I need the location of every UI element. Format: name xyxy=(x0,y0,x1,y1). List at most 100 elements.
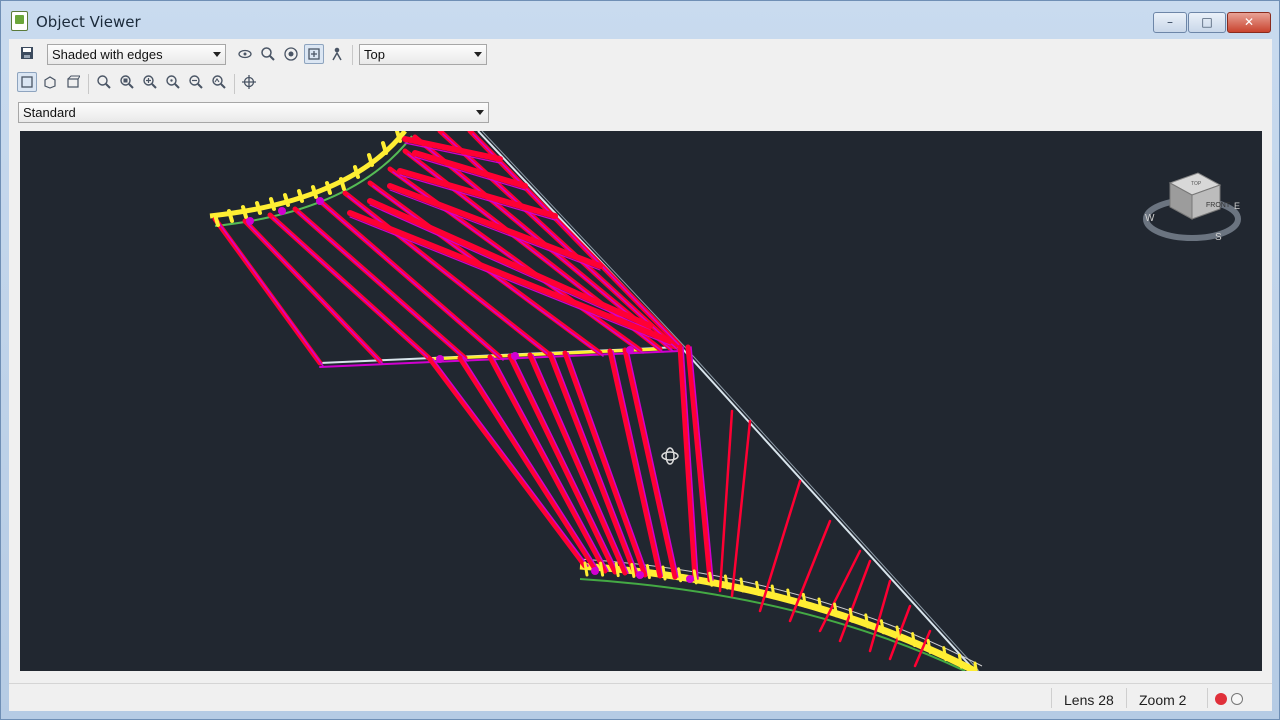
zoom-in-icon[interactable] xyxy=(140,72,160,92)
zoom-status: Zoom 2 xyxy=(1139,692,1187,708)
maximize-button[interactable]: □ xyxy=(1188,12,1226,33)
rebar-tie xyxy=(739,577,745,593)
orbit-cursor-icon xyxy=(661,447,679,465)
compass-west-label: W xyxy=(1145,213,1155,224)
visual-preset-select[interactable]: Standard xyxy=(18,102,489,123)
zoom-icon[interactable] xyxy=(258,44,278,64)
rebar-tie xyxy=(895,625,901,641)
compass-east-label: E xyxy=(1234,201,1240,211)
rebar-node xyxy=(278,207,286,215)
rebar-tie xyxy=(786,588,792,604)
toolbar-separator xyxy=(234,74,235,94)
toolbar-row-2 xyxy=(9,70,489,98)
view-select[interactable]: Top xyxy=(359,44,487,65)
rebar-node xyxy=(436,355,444,363)
rebar-tie xyxy=(614,562,620,578)
rebar-node xyxy=(591,567,599,575)
compass-south-label: S xyxy=(1215,232,1222,243)
object-viewer-window: Object Viewer – □ ✕ Shaded with edges To… xyxy=(0,0,1280,720)
viewcube[interactable]: FRONT TOP W S E xyxy=(1140,167,1250,257)
pan-icon[interactable] xyxy=(304,44,324,64)
rebar-tie xyxy=(770,584,776,600)
client-area: Shaded with edges Top Standard FRONT TOP… xyxy=(9,39,1272,711)
zoom-center-icon[interactable] xyxy=(163,72,183,92)
visual-preset-value: Standard xyxy=(23,105,76,120)
rebar-node xyxy=(316,197,324,205)
rebar-diagonal xyxy=(758,479,802,613)
rebar-tie xyxy=(723,574,729,590)
rebar-tie xyxy=(864,613,870,629)
zoom-window-icon[interactable] xyxy=(117,72,137,92)
rebar-diagonal-edge xyxy=(217,221,324,367)
window-title: Object Viewer xyxy=(36,13,141,31)
rebar-tie xyxy=(255,201,262,215)
status-separator xyxy=(1051,688,1052,708)
title-bar[interactable]: Object Viewer – □ ✕ xyxy=(1,1,1280,39)
crosshair-icon[interactable] xyxy=(239,72,259,92)
zoom-out-icon[interactable] xyxy=(186,72,206,92)
rebar-diagonal xyxy=(718,409,734,593)
chevron-down-icon xyxy=(476,110,484,115)
zoom-extents-icon[interactable] xyxy=(94,72,114,92)
rebar-tie xyxy=(661,565,667,581)
lens-status: Lens 28 xyxy=(1064,692,1114,708)
save-icon[interactable] xyxy=(17,43,37,63)
rebar-tie xyxy=(692,569,698,585)
rebar-tie xyxy=(677,567,683,583)
visual-style-select[interactable]: Shaded with edges xyxy=(47,44,226,65)
view-value: Top xyxy=(364,47,385,62)
viewcube-front-label: FRONT xyxy=(1206,202,1231,209)
rebar-tie xyxy=(645,564,651,580)
view-top-icon[interactable] xyxy=(17,72,37,92)
rebar-tie xyxy=(911,632,917,648)
toolbar-separator xyxy=(88,74,89,94)
visual-style-value: Shaded with edges xyxy=(52,47,163,62)
rebar-tie xyxy=(817,597,823,613)
status-bar: Lens 28 Zoom 2 xyxy=(9,683,1272,711)
rebar-tie xyxy=(926,638,932,654)
status-separator xyxy=(1207,688,1208,708)
status-separator xyxy=(1126,688,1127,708)
bottom-curved-bar xyxy=(579,562,977,671)
rebar-tie xyxy=(942,646,948,662)
rebar-tie xyxy=(755,580,761,596)
rebar-tie xyxy=(848,607,854,623)
rebar-node xyxy=(246,217,254,225)
rebar-tie xyxy=(801,592,807,608)
rebar-diagonal xyxy=(730,419,752,598)
walk-icon[interactable] xyxy=(327,44,347,64)
stop-icon[interactable] xyxy=(1231,693,1243,705)
view-iso-icon[interactable] xyxy=(40,72,60,92)
app-icon xyxy=(11,11,28,31)
rebar-node xyxy=(511,352,519,360)
zoom-previous-icon[interactable] xyxy=(209,72,229,92)
rebar-tie xyxy=(630,562,636,578)
chevron-down-icon xyxy=(213,52,221,57)
rebar-tie xyxy=(957,653,963,669)
rebar-diagonal xyxy=(367,198,653,329)
rebar-diagonal-edge xyxy=(442,133,679,351)
minimize-button[interactable]: – xyxy=(1153,12,1187,33)
rebar-model-canvas[interactable] xyxy=(20,131,1262,671)
rebar-node xyxy=(626,346,634,354)
orbit-icon[interactable] xyxy=(235,44,255,64)
rebar-tie xyxy=(973,661,978,671)
toolbar-row-1: Shaded with edges Top xyxy=(9,41,489,69)
camera-icon[interactable] xyxy=(281,44,301,64)
3d-viewport[interactable]: FRONT TOP W S E xyxy=(20,131,1262,671)
toolbar-separator xyxy=(352,45,353,65)
rebar-tie xyxy=(708,571,714,587)
close-button[interactable]: ✕ xyxy=(1227,12,1271,33)
record-icon[interactable] xyxy=(1215,693,1227,705)
rebar-tie xyxy=(879,619,885,635)
rebar-diagonal-edge xyxy=(347,195,554,359)
rebar-diagonal xyxy=(868,579,892,653)
rebar-node xyxy=(636,571,644,579)
rebar-tie xyxy=(599,561,605,577)
rebar-diagonal-edge xyxy=(322,203,504,361)
chevron-down-icon xyxy=(474,52,482,57)
rebar-node xyxy=(686,575,694,583)
rebar-tie xyxy=(583,561,589,577)
view-front-icon[interactable] xyxy=(63,72,83,92)
viewcube-top-label: TOP xyxy=(1191,181,1202,187)
